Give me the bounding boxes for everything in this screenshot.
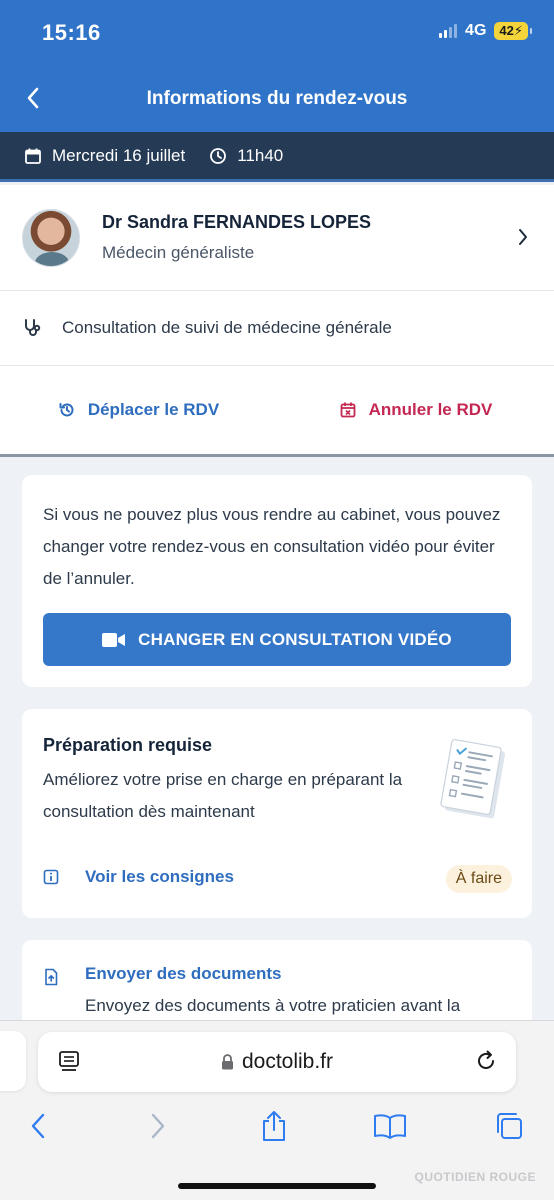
document-upload-icon <box>45 968 58 986</box>
status-time: 15:16 <box>42 20 101 45</box>
page-title: Informations du rendez-vous <box>146 88 408 109</box>
consultation-reason: Consultation de suivi de médecine généra… <box>62 318 392 337</box>
reader-mode-icon <box>59 1051 79 1071</box>
status-bar: 15:16 4G 42⚡ <box>0 0 554 66</box>
history-icon <box>59 403 74 417</box>
video-camera-icon <box>102 632 126 647</box>
appointment-details: Dr Sandra FERNANDES LOPES Médecin généra… <box>0 185 554 457</box>
chevron-left-icon <box>31 1113 45 1139</box>
appointment-date-label: Mercredi 16 juillet <box>52 145 186 165</box>
cancel-appointment-button[interactable]: Annuler le RDV <box>277 400 554 420</box>
move-appointment-label: Déplacer le RDV <box>87 400 220 419</box>
consultation-reason-row: Consultation de suivi de médecine généra… <box>0 291 554 366</box>
url-display: doctolib.fr <box>221 1050 333 1074</box>
appointment-time: 11h40 <box>209 146 283 166</box>
url-label: doctolib.fr <box>241 1050 334 1073</box>
doctor-row[interactable]: Dr Sandra FERNANDES LOPES Médecin généra… <box>0 185 554 291</box>
view-instructions-label: Voir les consignes <box>85 867 234 886</box>
preparation-card: Préparation requise Améliorez votre pris… <box>22 709 532 918</box>
lock-icon <box>221 1054 233 1070</box>
appointment-datetime-bar: Mercredi 16 juillet 11h40 <box>0 132 554 182</box>
chevron-right-icon <box>519 229 527 245</box>
appointment-time-label: 11h40 <box>237 145 284 165</box>
view-instructions-link[interactable]: Voir les consignes <box>43 867 234 887</box>
status-indicators: 4G 42⚡ <box>439 22 532 40</box>
clock-icon <box>210 147 227 164</box>
signal-icon <box>439 24 458 38</box>
charging-icon: ⚡ <box>513 23 523 38</box>
tabs-icon <box>497 1113 522 1139</box>
doctor-info: Dr Sandra FERNANDES LOPES Médecin généra… <box>102 212 371 263</box>
doctor-name: Dr Sandra FERNANDES LOPES <box>102 212 372 232</box>
previous-tab-preview[interactable] <box>0 1031 26 1091</box>
battery-icon: 42⚡ <box>494 22 532 40</box>
video-consultation-text: Si vous ne pouvez plus vous rendre au ca… <box>43 505 501 588</box>
appointment-date: Mercredi 16 juillet <box>24 146 185 166</box>
browser-back-button[interactable] <box>18 1106 58 1146</box>
doctor-avatar <box>22 208 80 267</box>
appointment-actions: Déplacer le RDV Annuler le RDV <box>0 366 554 454</box>
move-appointment-button[interactable]: Déplacer le RDV <box>0 400 277 420</box>
preparation-text: Améliorez votre prise en charge en prépa… <box>43 770 403 821</box>
status-badge: À faire <box>445 865 512 893</box>
book-icon <box>374 1114 406 1139</box>
nav-bar: Informations du rendez-vous <box>0 66 554 132</box>
reload-icon[interactable] <box>474 1049 498 1073</box>
watermark: QUOTIDIEN ROUGE <box>414 1170 536 1184</box>
switch-to-video-button[interactable]: CHANGER EN CONSULTATION VIDÉO <box>43 613 511 666</box>
share-icon <box>263 1111 285 1141</box>
chevron-right-icon <box>151 1113 165 1139</box>
info-icon <box>43 869 59 885</box>
cancel-appointment-label: Annuler le RDV <box>368 400 493 419</box>
video-consultation-card: Si vous ne pouvez plus vous rendre au ca… <box>22 475 532 687</box>
doctor-specialty: Médecin généraliste <box>102 243 255 262</box>
calendar-icon <box>25 148 41 164</box>
checklist-illustration-icon <box>440 739 506 819</box>
send-documents-title: Envoyer des documents <box>85 964 282 983</box>
switch-to-video-label: CHANGER EN CONSULTATION VIDÉO <box>138 629 452 649</box>
network-label: 4G <box>465 22 487 39</box>
send-documents-text: Envoyez des documents à votre praticien … <box>85 996 461 1015</box>
browser-forward-button[interactable] <box>138 1106 178 1146</box>
home-indicator <box>178 1183 376 1189</box>
tabs-button[interactable] <box>489 1106 529 1146</box>
stethoscope-icon <box>25 319 41 336</box>
address-bar[interactable]: doctolib.fr <box>38 1032 516 1092</box>
share-button[interactable] <box>254 1106 294 1146</box>
bookmarks-button[interactable] <box>370 1106 410 1146</box>
back-button[interactable] <box>18 83 48 113</box>
browser-toolbar <box>0 1106 554 1146</box>
chevron-left-icon <box>27 87 39 109</box>
calendar-cancel-icon <box>340 402 356 418</box>
battery-level: 42 <box>499 23 514 38</box>
